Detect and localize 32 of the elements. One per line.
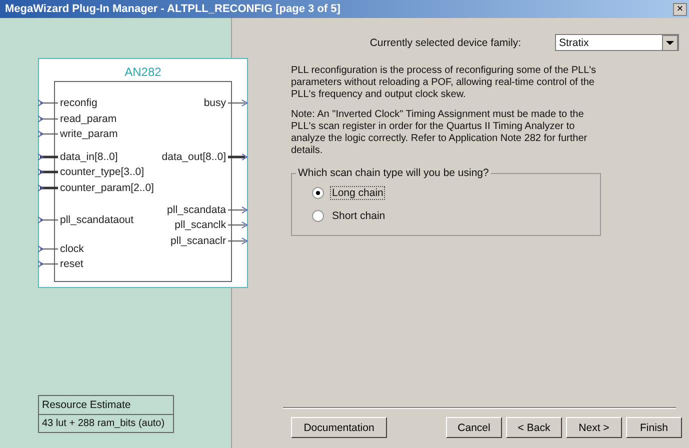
dropdown-value: Stratix [559, 36, 589, 48]
radio-option[interactable]: Long chain [312, 181, 592, 204]
pin-label: data_out[8..0] [160, 151, 227, 163]
window-title: MegaWizard Plug-In Manager - ALTPLL_RECONFIG [page 3 of 5] [5, 3, 340, 15]
dialog-button[interactable]: < Back [506, 417, 562, 438]
pin-label: counter_param[2..0] [59, 182, 155, 194]
pin-label: reconfig [59, 97, 98, 109]
pin-label: pll_scandataout [59, 214, 135, 226]
pin-label: write_param [59, 128, 119, 140]
description-text: PLL reconfiguration is the process of reconfiguring some of the PLL's parameters without reloading a POF, allowing real-time control of the PLL's frequency and output clock skew. [291, 65, 598, 101]
dialog-button[interactable]: Finish [626, 417, 682, 438]
close-button[interactable]: × [673, 2, 687, 16]
pin-label: pll_scanclk [174, 219, 227, 231]
dialog-button[interactable]: Cancel [446, 417, 502, 438]
dialog-button[interactable]: Documentation [291, 417, 387, 438]
dialog-button[interactable]: Next > [566, 417, 622, 438]
symbol-title: AN282 [124, 65, 162, 79]
group-legend: Which scan chain type will you be using? [296, 167, 491, 179]
radio-option[interactable]: Short chain [312, 204, 592, 227]
resource-estimate-title: Resource Estimate [39, 396, 173, 415]
pin-label: data_in[8..0] [59, 151, 119, 163]
pin-label: pll_scanaclr [170, 235, 227, 247]
pin-label: reset [59, 258, 84, 270]
pin-label: pll_scandata [166, 204, 227, 216]
pin-label: busy [202, 97, 227, 109]
pin-label: read_param [59, 113, 118, 125]
pin-label: counter_type[3..0] [59, 166, 146, 178]
device-family-label: Currently selected device family: [370, 36, 521, 48]
pin-label: clock [59, 243, 85, 255]
resource-estimate-value: 43 lut + 288 ram_bits (auto) [41, 417, 166, 431]
description-text: Note: An "Inverted Clock" Timing Assignment must be made to the PLL's scan register in order for the Quartus II Timing Analyzer to analyze the logic correctly. Refer to Application Note 282 for further details. [291, 109, 588, 157]
device-family-dropdown[interactable]: Stratix [555, 34, 679, 51]
